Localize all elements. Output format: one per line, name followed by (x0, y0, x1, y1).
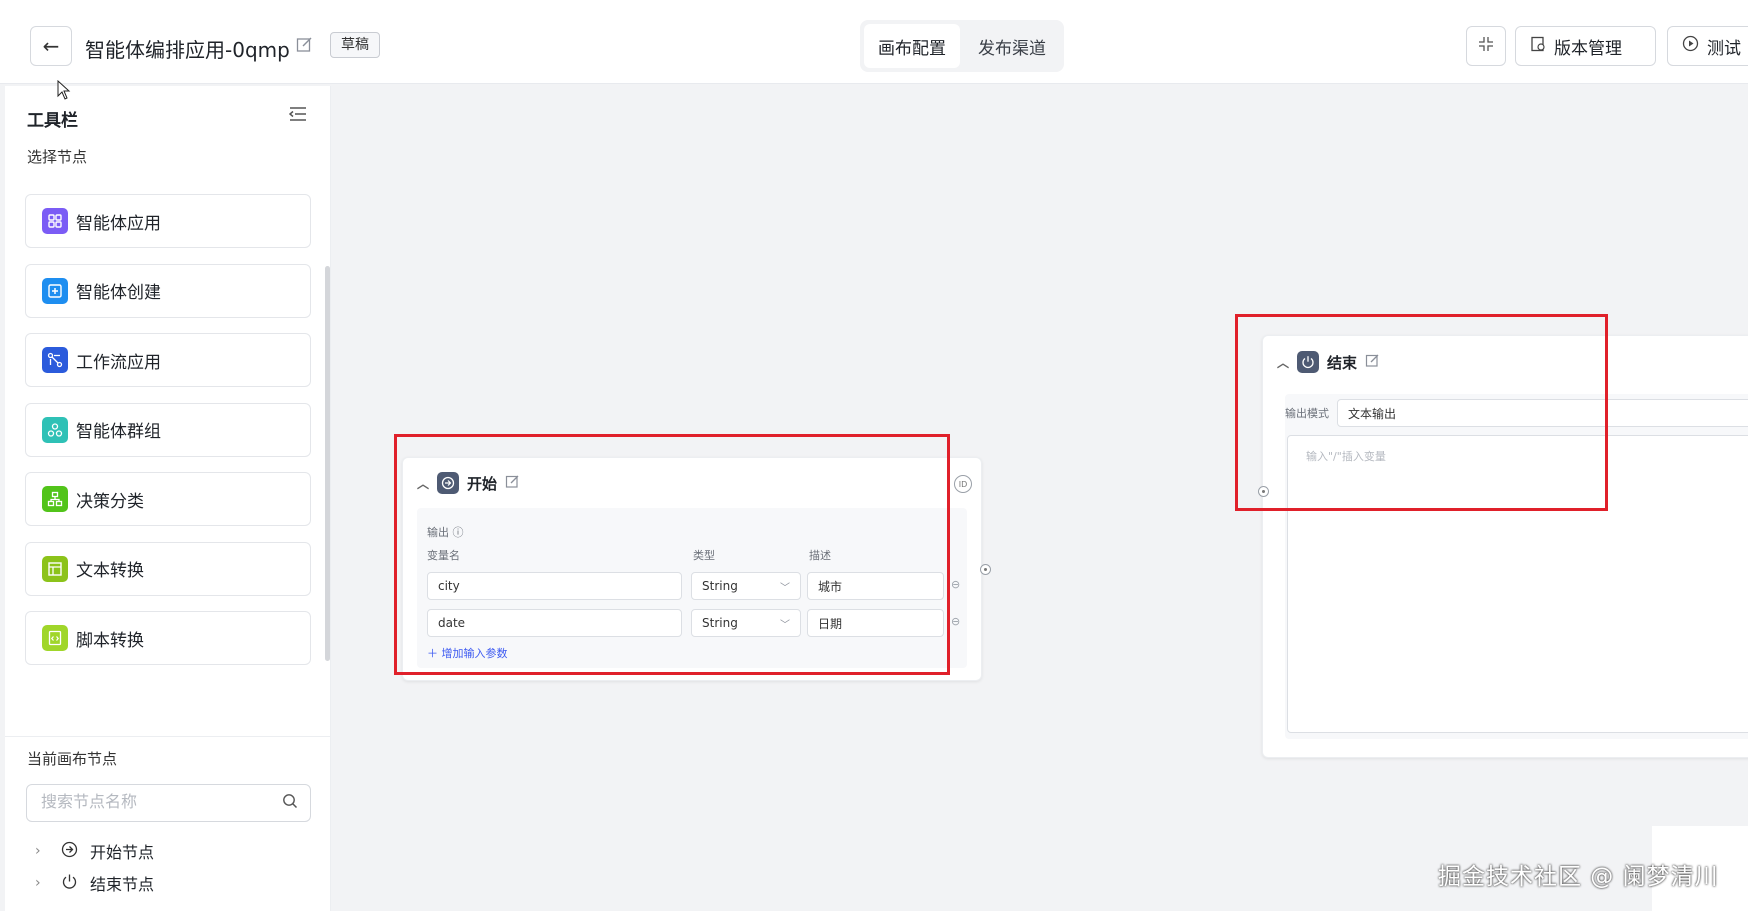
text-transform-icon (42, 555, 68, 582)
node-list-scrollbar[interactable] (325, 266, 330, 661)
tree-item-label: 结束节点 (90, 875, 155, 894)
script-icon (42, 625, 68, 651)
node-type-label: 脚本转换 (76, 630, 144, 651)
toolbar-sidebar: 工具栏 选择节点 智能体应用 智能体创建 工作流应用 智能体群组 决策分类 文本… (5, 86, 331, 911)
node-type-text-transform[interactable]: 文本转换 (25, 541, 311, 596)
mouse-cursor-icon (57, 79, 71, 105)
node-type-workflow-app[interactable]: 工作流应用 (25, 333, 311, 387)
collapse-button[interactable] (1466, 26, 1506, 66)
node-search (26, 784, 311, 822)
highlight-box-start (394, 434, 950, 675)
collapse-sidebar-icon[interactable] (288, 106, 307, 127)
version-management-button[interactable]: 版本管理 (1515, 26, 1656, 66)
tree-item-end[interactable]: › 结束节点 (35, 870, 154, 896)
toolbar-title: 工具栏 (27, 111, 78, 131)
node-search-input[interactable] (41, 792, 271, 811)
edit-title-icon[interactable] (296, 36, 314, 54)
decision-tree-icon (42, 486, 68, 512)
workflow-canvas[interactable]: ︿ 开始 输出 ⓘ 变量名 类型 描述 city String ﹀ 城市 ⊖ da… (332, 85, 1748, 911)
apps-grid-icon (42, 208, 68, 234)
top-header: ← 智能体编排应用-0qmp 草稿 画布配置 发布渠道 版本管理 测试 (0, 0, 1748, 84)
current-nodes-title: 当前画布节点 (27, 750, 118, 768)
node-type-decision[interactable]: 决策分类 (25, 472, 311, 526)
node-type-agent-app[interactable]: 智能体应用 (25, 194, 311, 248)
tree-item-label: 开始节点 (90, 843, 155, 862)
start-icon (61, 841, 78, 862)
group-icon (42, 416, 68, 443)
tab-canvas-config[interactable]: 画布配置 (864, 24, 960, 68)
test-button[interactable]: 测试 (1667, 26, 1748, 66)
view-tabs: 画布配置 发布渠道 (860, 20, 1064, 72)
app-title: 智能体编排应用-0qmp (85, 38, 290, 62)
version-icon (1530, 36, 1546, 57)
compress-icon (1478, 36, 1494, 57)
remove-param-icon[interactable]: ⊖ (951, 615, 960, 628)
remove-param-icon[interactable]: ⊖ (951, 578, 960, 591)
node-type-label: 智能体创建 (76, 283, 161, 303)
node-type-label: 决策分类 (76, 491, 144, 512)
power-icon (61, 873, 78, 894)
play-circle-icon (1682, 35, 1699, 57)
start-output-handle[interactable] (980, 564, 991, 575)
id-icon[interactable]: ID (954, 475, 972, 493)
search-icon[interactable] (282, 793, 298, 814)
back-button[interactable]: ← (30, 26, 72, 66)
sidebar-divider (5, 736, 331, 737)
highlight-box-end (1235, 314, 1608, 511)
node-type-list: 智能体应用 智能体创建 工作流应用 智能体群组 决策分类 文本转换 脚本转换 (25, 194, 311, 738)
node-type-label: 工作流应用 (76, 352, 161, 373)
watermark: 掘金技术社区 @ 阑梦清川 (1438, 864, 1719, 890)
node-type-label: 智能体群组 (76, 422, 161, 442)
tree-item-start[interactable]: › 开始节点 (35, 838, 154, 864)
node-type-label: 智能体应用 (76, 213, 161, 234)
chevron-right-icon[interactable]: › (35, 875, 49, 891)
node-type-script-transform[interactable]: 脚本转换 (25, 611, 311, 665)
test-label: 测试 (1707, 38, 1741, 59)
workflow-icon (42, 347, 68, 373)
chevron-right-icon[interactable]: › (35, 843, 49, 859)
version-label: 版本管理 (1554, 38, 1622, 59)
arrow-left-icon: ← (42, 34, 60, 58)
tab-publish-channels[interactable]: 发布渠道 (964, 24, 1060, 68)
node-type-agent-group[interactable]: 智能体群组 (25, 402, 311, 457)
node-type-agent-create[interactable]: 智能体创建 (25, 263, 311, 318)
status-badge: 草稿 (330, 32, 380, 58)
select-nodes-title: 选择节点 (27, 148, 88, 166)
plus-square-icon (42, 277, 68, 304)
node-type-label: 文本转换 (76, 561, 144, 581)
